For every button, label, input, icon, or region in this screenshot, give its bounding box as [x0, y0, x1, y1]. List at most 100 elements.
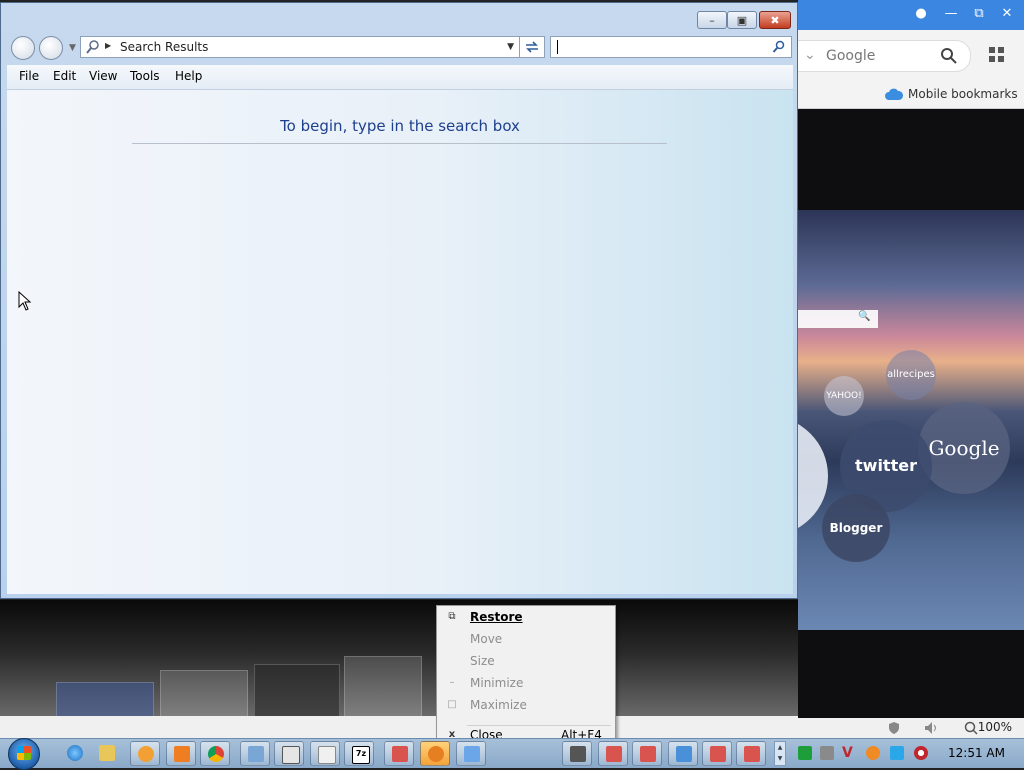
search-input[interactable]	[550, 36, 792, 58]
search-icon[interactable]	[940, 47, 958, 65]
shield-icon[interactable]	[888, 721, 900, 735]
taskbar-app-9[interactable]	[668, 741, 698, 766]
browser-close-button[interactable]: ✕	[996, 4, 1018, 24]
taskbar-app-10[interactable]	[702, 741, 732, 766]
speed-dial-google[interactable]: Google	[918, 402, 1010, 494]
menu-file[interactable]: File	[19, 69, 39, 83]
taskbar-uc-browser[interactable]	[166, 741, 196, 766]
taskbar-chrome[interactable]	[200, 741, 230, 766]
taskbar-app-8[interactable]	[632, 741, 662, 766]
menu-view[interactable]: View	[89, 69, 117, 83]
speaker-icon[interactable]	[924, 721, 940, 735]
minimize-icon: –	[449, 677, 455, 688]
menu-item-size[interactable]: Size	[437, 651, 615, 673]
menu-item-restore[interactable]: ⧉ Restore	[437, 607, 615, 629]
restore-icon: ⧉	[448, 611, 456, 622]
chevron-down-icon[interactable]: ▼	[69, 43, 76, 53]
maximize-button[interactable]: ▣	[727, 11, 757, 29]
system-tray: V 12:51 AM	[788, 739, 1024, 768]
close-button[interactable]: ✖	[759, 11, 791, 29]
background-browser-statusbar: 100%	[798, 718, 1024, 738]
maximize-icon: □	[447, 699, 457, 710]
speed-dial-yahoo[interactable]: YAHOO!	[824, 376, 864, 416]
ghost-window	[344, 656, 422, 720]
maximize-icon: ▣	[736, 14, 748, 27]
browser-bear-icon[interactable]: ●	[910, 4, 932, 24]
tray-v-icon[interactable]: V	[842, 746, 856, 760]
taskbar-scroll-arrows[interactable]: ▲ ▼	[774, 741, 786, 766]
zoom-level[interactable]: 100%	[978, 720, 1012, 734]
address-bar[interactable]: ▶ Search Results ▼	[80, 36, 521, 58]
window-system-menu: ⧉ Restore Move Size – Minimize □ Maximiz…	[436, 605, 616, 748]
menu-item-move[interactable]: Move	[437, 629, 615, 651]
taskbar-app-11[interactable]	[736, 741, 766, 766]
app-icon	[640, 746, 656, 762]
windows-logo-icon	[17, 746, 31, 760]
menu-edit[interactable]: Edit	[53, 69, 76, 83]
refresh-button[interactable]	[519, 36, 545, 58]
back-button[interactable]	[11, 36, 35, 60]
taskbar-app-6[interactable]	[562, 741, 592, 766]
menu-item-minimize[interactable]: – Minimize	[437, 673, 615, 695]
search-icon[interactable]	[772, 40, 786, 54]
zoom-icon[interactable]	[964, 721, 978, 735]
app-icon	[606, 746, 622, 762]
forward-button[interactable]	[39, 36, 63, 60]
menu-tools[interactable]: Tools	[130, 69, 160, 83]
browser-search-box[interactable]: ⌄ Google	[798, 40, 971, 72]
apps-grid-icon[interactable]	[988, 46, 1006, 64]
tray-record-icon[interactable]	[914, 746, 928, 760]
mobile-bookmarks-link[interactable]: Mobile bookmarks	[908, 87, 1018, 101]
tray-monitor-icon[interactable]	[890, 746, 904, 760]
ghost-window	[254, 664, 340, 720]
speed-dial-allrecipes[interactable]: allrecipes	[886, 350, 936, 400]
breadcrumb[interactable]: Search Results	[120, 40, 208, 54]
tray-network-icon[interactable]	[798, 746, 812, 760]
tray-app-icon[interactable]	[820, 746, 834, 760]
media-player-icon	[138, 746, 154, 762]
taskbar-app-3[interactable]	[310, 741, 340, 766]
bookmarks-bar: Mobile bookmarks	[798, 82, 1024, 109]
menu-help[interactable]: Help	[175, 69, 202, 83]
address-dropdown-icon[interactable]: ▼	[507, 42, 514, 52]
menu-item-label: Restore	[470, 610, 523, 624]
menu-item-label: Move	[470, 632, 503, 646]
taskbar-explorer[interactable]	[92, 741, 122, 766]
close-icon: ✖	[770, 14, 780, 27]
app-icon	[710, 746, 726, 762]
speed-dial-blogger[interactable]: Blogger	[822, 494, 890, 562]
minimize-button[interactable]: –	[697, 11, 727, 29]
mouse-cursor-icon	[18, 291, 32, 311]
cloud-icon	[885, 88, 904, 100]
taskbar-app-5[interactable]	[456, 741, 486, 766]
speed-dial-search-box[interactable]: 🔍	[798, 310, 878, 328]
menu-bar: File Edit View Tools Help	[7, 65, 793, 90]
taskbar-ie[interactable]	[60, 741, 90, 766]
taskbar-search-window[interactable]	[420, 741, 450, 766]
taskbar-7zip[interactable]: 7z	[344, 741, 374, 766]
menu-item-label: Minimize	[470, 676, 524, 690]
app-icon	[464, 746, 480, 762]
breadcrumb-arrow-icon[interactable]: ▶	[105, 41, 111, 50]
taskbar-media-player[interactable]	[130, 741, 160, 766]
browser-search-placeholder: Google	[826, 48, 876, 64]
background-browser-titlebar: ● — ⧉ ✕	[798, 0, 1024, 30]
taskbar-app-1[interactable]	[240, 741, 270, 766]
background-3d-floor	[0, 600, 798, 720]
taskbar-app-4[interactable]	[384, 741, 414, 766]
tray-search-icon[interactable]	[866, 746, 880, 760]
browser-minimize-button[interactable]: —	[940, 4, 962, 24]
window-icon	[318, 746, 336, 764]
search-icon	[428, 746, 444, 762]
taskbar-app-7[interactable]	[598, 741, 628, 766]
navigation-bar: ▼ ▶ Search Results ▼	[7, 34, 793, 62]
taskbar: 7z ▲ ▼ V 12:51 AM	[0, 738, 1024, 770]
taskbar-clock[interactable]: 12:51 AM	[948, 746, 1005, 760]
taskbar-app-2[interactable]	[274, 741, 304, 766]
start-button[interactable]	[8, 738, 40, 770]
divider	[132, 143, 667, 144]
menu-item-maximize[interactable]: □ Maximize	[437, 695, 615, 717]
ghost-window	[160, 670, 248, 720]
browser-restore-button[interactable]: ⧉	[968, 4, 990, 24]
7zip-icon: 7z	[352, 746, 370, 764]
